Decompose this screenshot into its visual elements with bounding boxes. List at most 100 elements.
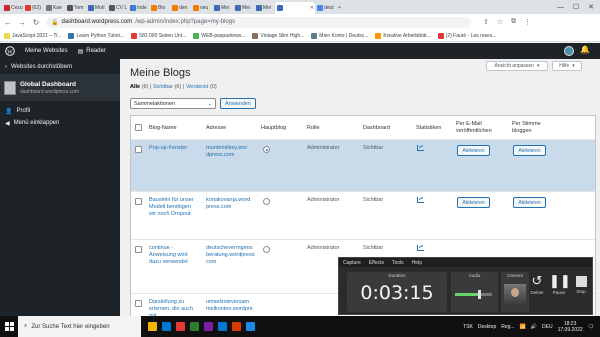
browser-tab[interactable]: Mei xyxy=(212,2,233,14)
blog-name-link[interactable]: continue - Anweisung wird dazu verwendet xyxy=(149,245,203,266)
blog-address-link[interactable]: murdemilkey.wor dpress.com xyxy=(206,145,260,159)
row-checkbox[interactable] xyxy=(135,300,142,307)
browser-tab[interactable]: Mei xyxy=(254,2,275,14)
browser-tab[interactable]: ✕ xyxy=(275,2,315,14)
browser-tab[interactable]: Mei xyxy=(233,2,254,14)
row-checkbox[interactable] xyxy=(135,198,142,205)
row-checkbox[interactable] xyxy=(135,146,142,153)
taskbar-search[interactable]: ⌕ Zur Suche Text hier eingeben xyxy=(18,316,141,337)
voice-activate-button[interactable]: Aktivieren xyxy=(513,145,546,156)
language-indicator[interactable]: DEU xyxy=(542,324,553,330)
menu-help[interactable]: Help xyxy=(412,260,422,266)
stats-chart-icon[interactable] xyxy=(417,245,424,251)
close-window-button[interactable]: ✕ xyxy=(588,3,594,11)
browser-tab[interactable]: Blo xyxy=(149,2,170,14)
taskbar-app-icon[interactable] xyxy=(159,316,173,337)
wordpress-logo[interactable]: W xyxy=(0,43,20,59)
email-activate-button[interactable]: Aktivieren xyxy=(457,145,490,156)
screen-options-button[interactable]: Ansicht anpassen ▾ xyxy=(486,61,548,71)
sidebar-item-profile[interactable]: 👤 Profil xyxy=(0,105,120,117)
browser-tab[interactable]: den xyxy=(170,2,191,14)
start-button[interactable] xyxy=(0,316,18,337)
stats-chart-icon[interactable] xyxy=(417,145,424,151)
filter-visible[interactable]: Sichtbar xyxy=(153,84,173,90)
blog-name-link[interactable]: Pop-up-Fenster xyxy=(149,145,203,152)
col-address[interactable]: Adresse xyxy=(206,125,226,132)
browser-tab[interactable]: Tem xyxy=(65,2,86,14)
select-all-checkbox[interactable] xyxy=(135,124,142,131)
star-icon[interactable]: ☆ xyxy=(497,18,503,26)
delete-button[interactable]: ↺ Delete xyxy=(527,274,547,296)
email-activate-button[interactable]: Aktivieren xyxy=(457,197,490,208)
taskbar-app-icon[interactable] xyxy=(173,316,187,337)
my-sites-menu[interactable]: Meine Websites xyxy=(20,43,73,59)
col-blog-name[interactable]: Blog-Name xyxy=(149,125,177,132)
browser-tab[interactable]: Kae xyxy=(44,2,65,14)
main-blog-radio[interactable] xyxy=(263,246,270,253)
bookmark-item[interactable]: Learn Python Tutori... xyxy=(68,32,124,39)
extensions-icon[interactable]: ⧉ xyxy=(511,18,516,26)
network-icon[interactable]: 📶 xyxy=(520,324,526,330)
pause-button[interactable]: ❚❚ Pause xyxy=(549,274,571,296)
browser-tab[interactable]: Moti xyxy=(86,2,107,14)
bookmark-item[interactable]: WEB-paspadorws... xyxy=(193,32,245,39)
maximize-button[interactable]: ☐ xyxy=(573,3,579,11)
back-arrow-icon[interactable]: ← xyxy=(4,18,12,27)
new-tab-button[interactable]: + xyxy=(336,2,346,14)
browser-tab[interactable]: neu xyxy=(191,2,212,14)
running-app-label[interactable]: Reg... xyxy=(501,324,514,330)
blog-name-link[interactable]: Bausteln für unser Modell benötigen wir no… xyxy=(149,197,203,218)
blog-address-link[interactable]: deutschevermgens beratung.wordpress com xyxy=(206,245,260,266)
taskbar-app-icon[interactable] xyxy=(187,316,201,337)
bookmark-item[interactable]: (2) Fauré - Les roses... xyxy=(437,32,497,39)
main-blog-radio[interactable] xyxy=(263,146,270,153)
sidebar-item-collapse[interactable]: ◀ Menü einklappen xyxy=(0,117,120,129)
site-card[interactable]: Global Dashboard dashboard.wordpress.com xyxy=(0,74,120,101)
bookmark-item[interactable]: Mein Konto | Deutsc... xyxy=(311,32,368,39)
minimize-button[interactable]: — xyxy=(557,4,564,11)
taskbar-app-icon[interactable] xyxy=(243,316,257,337)
browser-tab[interactable]: (62) xyxy=(23,2,44,14)
taskbar-app-icon[interactable] xyxy=(201,316,215,337)
menu-dots-icon[interactable]: ⋮ xyxy=(524,18,531,26)
volume-icon[interactable]: 🔊 xyxy=(531,324,537,330)
menu-effects[interactable]: Effects xyxy=(369,260,384,266)
stats-chart-icon[interactable] xyxy=(417,197,424,203)
browser-tab[interactable]: Inde xyxy=(128,2,149,14)
stop-button[interactable]: Stop xyxy=(571,274,591,294)
share-icon[interactable]: ⇪ xyxy=(483,18,489,26)
reader-menu[interactable]: ▤ Reader xyxy=(73,43,111,59)
bulk-actions-select[interactable]: Sammelaktionen ⌄ xyxy=(130,98,216,109)
reload-icon[interactable]: ↻ xyxy=(32,18,40,27)
taskbar-app-icon[interactable] xyxy=(229,316,243,337)
row-checkbox[interactable] xyxy=(135,246,142,253)
filter-all[interactable]: Alle xyxy=(130,84,140,90)
clock[interactable]: 18:23 17.09.2022 xyxy=(558,321,583,333)
forward-arrow-icon[interactable]: → xyxy=(18,18,26,27)
taskbar-app-icon[interactable] xyxy=(215,316,229,337)
browser-tab[interactable]: CV L xyxy=(107,2,128,14)
taskbar-app-icon[interactable] xyxy=(145,316,159,337)
menu-tools[interactable]: Tools xyxy=(392,260,404,266)
browse-sites-link[interactable]: ‹ Websites durchstöbern xyxy=(0,59,120,74)
menu-capture[interactable]: Capture xyxy=(343,260,361,266)
bookmark-item[interactable]: Vintage Slim High... xyxy=(252,32,304,39)
user-avatar[interactable] xyxy=(564,46,574,56)
blog-address-link[interactable]: konakovanja.word press.com xyxy=(206,197,260,211)
browser-tab[interactable]: Cezu xyxy=(2,2,23,14)
filter-hidden[interactable]: Versteckt xyxy=(186,84,209,90)
notifications-bell-icon[interactable]: 🔔 xyxy=(580,45,590,54)
desktop-toolbar[interactable]: Desktop xyxy=(478,324,496,330)
address-bar[interactable]: 🔒 dashboard.wordpress.com/wp-admin/index… xyxy=(46,16,471,28)
bookmark-item[interactable]: JavaScript 2021 – Ti... xyxy=(4,32,61,39)
voice-activate-button[interactable]: Aktivieren xyxy=(513,197,546,208)
browser-tab[interactable]: deut xyxy=(315,2,336,14)
help-button[interactable]: Hilfe ▾ xyxy=(552,61,582,71)
blog-name-link[interactable]: Darstellung zu erlernen, die auch mit xyxy=(149,299,203,316)
bookmark-item[interactable]: Kreative Arbeitsblät... xyxy=(375,32,431,39)
blog-address-link[interactable]: umsetzsteversam melkonten.wordpre xyxy=(206,299,260,313)
main-blog-radio[interactable] xyxy=(263,198,270,205)
apply-button[interactable]: Anwenden xyxy=(220,98,256,109)
audio-volume-slider[interactable] xyxy=(478,290,481,299)
notification-center-icon[interactable]: 🗨 xyxy=(588,324,594,330)
